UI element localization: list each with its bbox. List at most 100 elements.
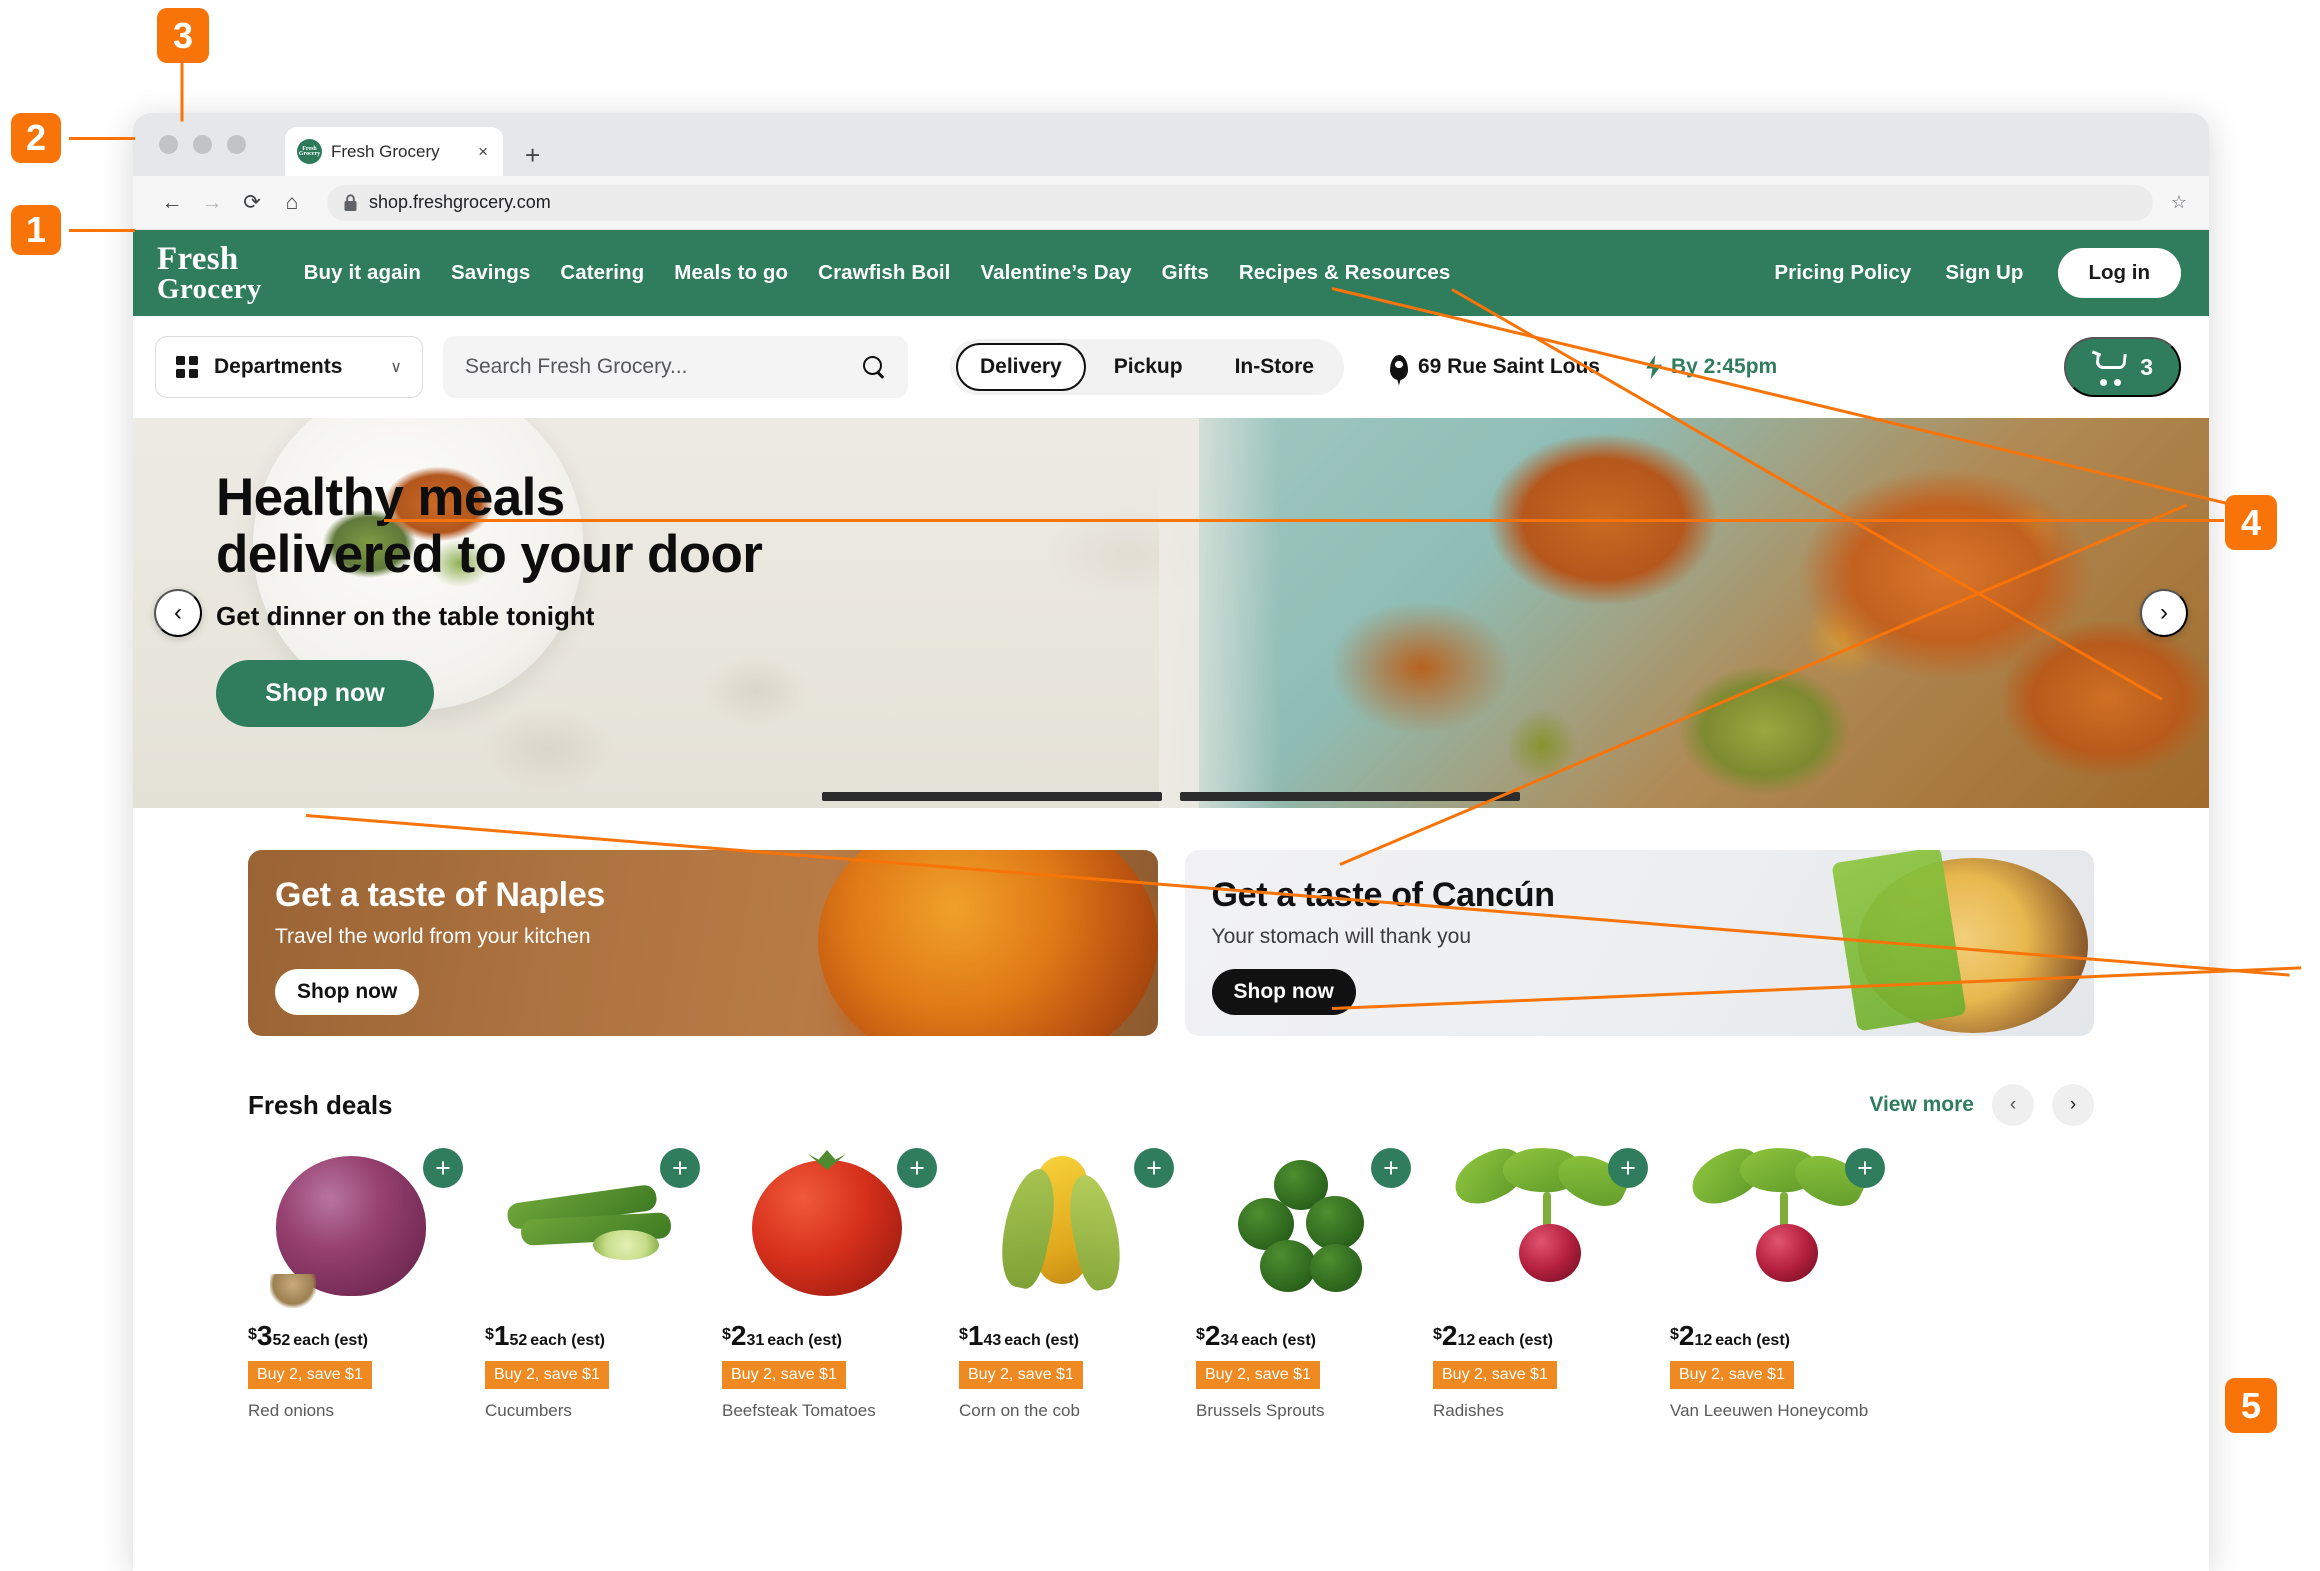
maximize-window-button[interactable] — [227, 135, 246, 154]
mode-pickup[interactable]: Pickup — [1090, 343, 1207, 391]
search-icon[interactable] — [862, 355, 886, 379]
add-to-cart-button[interactable]: + — [660, 1148, 700, 1188]
add-to-cart-button[interactable]: + — [423, 1148, 463, 1188]
search-input[interactable]: Search Fresh Grocery... — [443, 336, 908, 398]
product-price: $152 each (est) — [485, 1320, 722, 1352]
product-name: Van Leeuwen Honeycomb — [1670, 1401, 1869, 1420]
currency-symbol: $ — [485, 1326, 494, 1343]
hero-shop-now-button[interactable]: Shop now — [216, 660, 434, 728]
reload-icon[interactable]: ⟳ — [235, 186, 269, 220]
price-dollars: 2 — [1204, 1320, 1221, 1351]
cucumber-image — [505, 1183, 677, 1262]
add-to-cart-button[interactable]: + — [1134, 1148, 1174, 1188]
price-dollars: 1 — [967, 1320, 984, 1351]
departments-menu-button[interactable]: Departments ∨ — [155, 336, 423, 398]
nav-item-savings[interactable]: Savings — [451, 261, 530, 285]
annotation-leader-2 — [69, 137, 135, 140]
logo-line-2: Grocery — [157, 272, 262, 305]
product-card[interactable]: + $152 each (est) Buy 2, save $1 Cucumber… — [485, 1142, 722, 1421]
promo-title: Get a taste of Naples — [275, 876, 606, 914]
tab-title: Fresh Grocery — [331, 141, 440, 161]
carousel-indicators[interactable] — [133, 792, 2209, 801]
currency-symbol: $ — [722, 1326, 731, 1343]
price-unit: each (est) — [767, 1332, 842, 1349]
hero-copy: Healthy meals delivered to your door Get… — [216, 469, 763, 728]
home-icon[interactable]: ⌂ — [275, 186, 309, 220]
product-name: Beefsteak Tomatoes — [722, 1401, 876, 1420]
fulfillment-mode-toggle[interactable]: Delivery Pickup In-Store — [950, 339, 1344, 395]
price-cents: 52 — [272, 1332, 291, 1349]
promo-card-cancun[interactable]: Get a taste of Cancún Your stomach will … — [1184, 850, 2094, 1036]
log-in-button[interactable]: Log in — [2057, 248, 2181, 298]
mode-in-store[interactable]: In-Store — [1211, 343, 1338, 391]
product-thumbnail: + — [248, 1142, 485, 1308]
chevron-down-icon: ∨ — [390, 359, 402, 376]
nav-item-buy-it-again[interactable]: Buy it again — [304, 261, 421, 285]
promo-badge: Buy 2, save $1 — [959, 1361, 1083, 1389]
window-controls[interactable] — [159, 135, 246, 154]
cart-button[interactable]: 3 — [2064, 337, 2181, 397]
product-name: Cucumbers — [485, 1401, 572, 1420]
annotation-marker-2: 2 — [11, 113, 61, 163]
price-cents: 52 — [509, 1332, 528, 1349]
close-window-button[interactable] — [159, 135, 178, 154]
nav-item-crawfish-boil[interactable]: Crawfish Boil — [818, 261, 950, 285]
close-tab-icon[interactable]: × — [475, 142, 491, 162]
promo-card-naples[interactable]: Get a taste of Naples Travel the world f… — [248, 850, 1158, 1036]
promo-badge: Buy 2, save $1 — [485, 1361, 609, 1389]
deals-prev-button[interactable]: ‹ — [1992, 1084, 2034, 1126]
nav-item-valentines-day[interactable]: Valentine’s Day — [980, 261, 1131, 285]
nav-item-meals-to-go[interactable]: Meals to go — [674, 261, 788, 285]
pricing-policy-link[interactable]: Pricing Policy — [1774, 261, 1911, 285]
product-card[interactable]: + $352 each (est) Buy 2, save $1 Red onio… — [248, 1142, 485, 1421]
promo-cards: Get a taste of Naples Travel the world f… — [133, 808, 2209, 1036]
address-bar[interactable]: shop.freshgrocery.com — [327, 184, 2153, 221]
forward-icon[interactable]: → — [195, 186, 229, 220]
add-to-cart-button[interactable]: + — [1608, 1148, 1648, 1188]
view-more-link[interactable]: View more — [1869, 1093, 1974, 1117]
product-card[interactable]: + $231 each (est) Buy 2, save $1 Beefstea… — [722, 1142, 959, 1421]
fresh-deals-header: Fresh deals View more ‹ › — [248, 1084, 2094, 1126]
product-price: $212 each (est) — [1433, 1320, 1670, 1352]
primary-nav: Buy it again Savings Catering Meals to g… — [304, 261, 1451, 285]
add-to-cart-button[interactable]: + — [1371, 1148, 1411, 1188]
nav-item-catering[interactable]: Catering — [560, 261, 644, 285]
new-tab-icon[interactable]: + — [525, 142, 540, 168]
product-card[interactable]: + $143 each (est) Buy 2, save $1 Corn on … — [959, 1142, 1196, 1421]
product-grid: + $352 each (est) Buy 2, save $1 Red onio… — [248, 1141, 2094, 1421]
add-to-cart-button[interactable]: + — [897, 1148, 937, 1188]
price-dollars: 1 — [493, 1320, 510, 1351]
fresh-deals-section: Fresh deals View more ‹ › + $352 each (es… — [133, 1036, 2209, 1421]
annotation-marker-5: 5 — [2225, 1378, 2277, 1433]
add-to-cart-button[interactable]: + — [1845, 1148, 1885, 1188]
back-icon[interactable]: ← — [155, 186, 189, 220]
carousel-indicator-2[interactable] — [1180, 792, 1520, 801]
hero-headline: Healthy meals delivered to your door — [216, 469, 763, 583]
deals-next-button[interactable]: › — [2052, 1084, 2094, 1126]
price-dollars: 2 — [1441, 1320, 1458, 1351]
product-card[interactable]: + $212 each (est) Buy 2, save $1 Van Leeu… — [1670, 1141, 1907, 1421]
bookmark-icon[interactable]: ☆ — [2171, 192, 2187, 213]
minimize-window-button[interactable] — [193, 135, 212, 154]
product-thumbnail: + — [959, 1142, 1196, 1302]
logo-line-1: Fresh — [157, 240, 239, 277]
nav-item-gifts[interactable]: Gifts — [1162, 261, 1209, 285]
carousel-prev-button[interactable]: ‹ — [154, 589, 202, 637]
mode-delivery[interactable]: Delivery — [956, 343, 1086, 391]
carousel-next-button[interactable]: › — [2140, 589, 2188, 637]
price-cents: 12 — [1457, 1332, 1476, 1349]
nav-item-recipes-resources[interactable]: Recipes & Resources — [1239, 261, 1451, 285]
product-card[interactable]: + $212 each (est) Buy 2, save $1 Radishes — [1433, 1141, 1670, 1421]
price-cents: 31 — [746, 1332, 765, 1349]
product-price: $212 each (est) — [1670, 1320, 1907, 1352]
sign-up-link[interactable]: Sign Up — [1945, 261, 2023, 285]
product-name: Brussels Sprouts — [1196, 1401, 1325, 1420]
price-cents: 34 — [1220, 1332, 1239, 1349]
promo-shop-now-button[interactable]: Shop now — [275, 969, 420, 1015]
site-logo[interactable]: Fresh Grocery — [157, 240, 262, 305]
hero-background-image — [1159, 418, 2209, 808]
promo-badge: Buy 2, save $1 — [248, 1361, 372, 1389]
carousel-indicator-1[interactable] — [822, 792, 1162, 801]
product-card[interactable]: + $234 each (est) Buy 2, save $1 Brussels… — [1196, 1142, 1433, 1421]
browser-tab[interactable]: Fresh Grocery Fresh Grocery × — [285, 127, 503, 176]
